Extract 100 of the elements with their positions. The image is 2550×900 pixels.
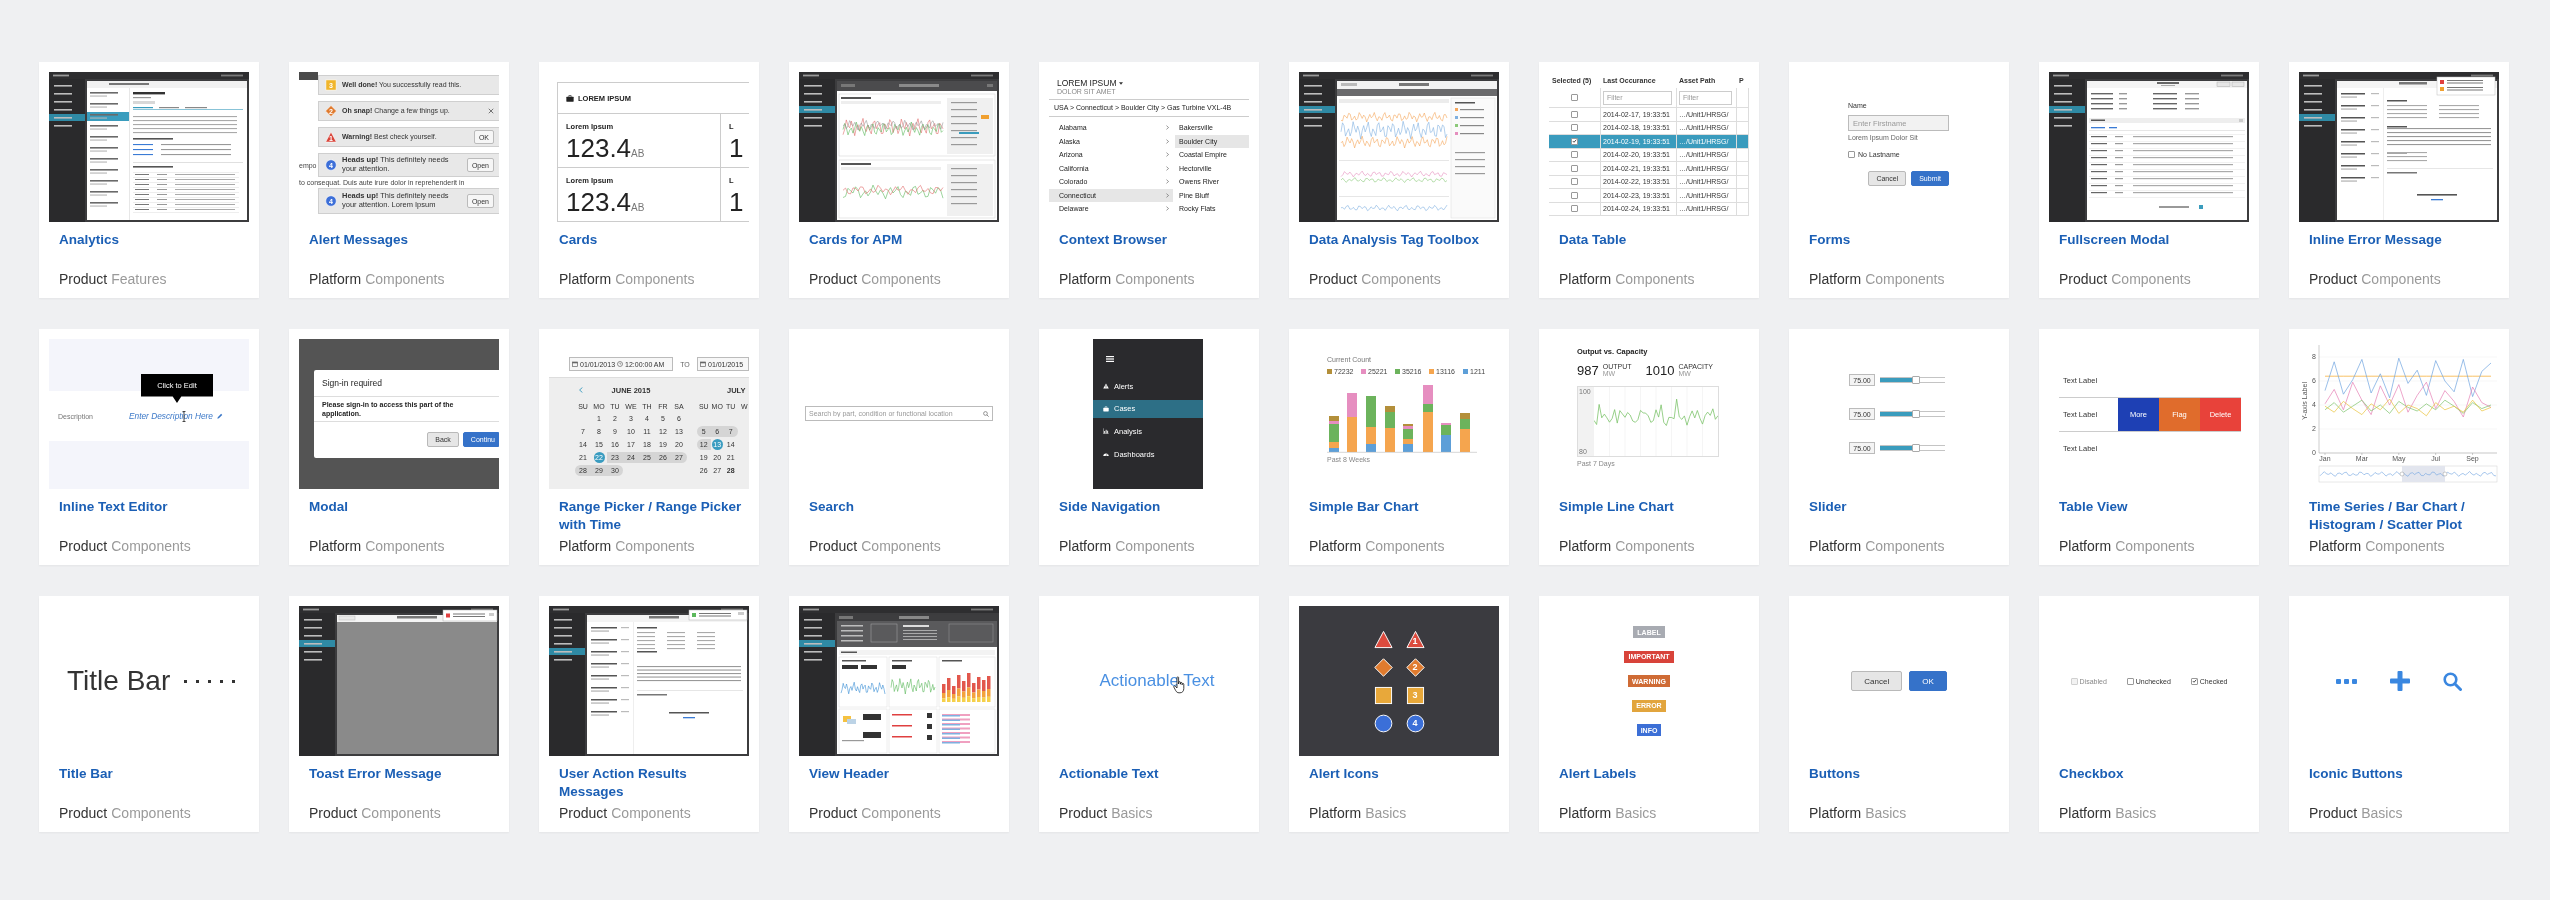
category-label: Platform xyxy=(1809,804,1862,822)
stat-value: 1010 xyxy=(1645,362,1675,378)
component-card[interactable]: Cancel OK Buttons Platform Basics xyxy=(1789,596,2009,832)
editable-text[interactable]: Enter Description Here xyxy=(129,411,213,421)
section-label: Components xyxy=(361,804,441,822)
component-card[interactable]: 1 2 3 4 Alert Icons Platform Basics xyxy=(1289,596,1509,832)
context-dropdown[interactable]: LOREM IPSUM xyxy=(1049,78,1123,88)
checkbox[interactable] xyxy=(1571,191,1578,199)
slider-track[interactable] xyxy=(1880,444,1945,452)
card-title[interactable]: User Action Results Messages xyxy=(559,765,751,801)
category-label: Platform xyxy=(2059,804,2112,822)
component-card[interactable]: Fullscreen Modal Product Components xyxy=(2039,62,2259,298)
category-label: Product xyxy=(559,804,608,822)
category-label: Product xyxy=(2059,270,2108,288)
secondary-button[interactable]: Cancel xyxy=(1851,671,1903,691)
search-icon[interactable] xyxy=(983,410,989,417)
component-card[interactable] xyxy=(289,62,509,298)
checkbox[interactable] xyxy=(2190,677,2198,685)
more-icon[interactable] xyxy=(2336,678,2357,684)
range-navigator-drawing[interactable] xyxy=(2318,465,2498,483)
section-label: Components xyxy=(2115,537,2195,555)
category-label: Product xyxy=(59,537,108,555)
card-title[interactable]: Simple Line Chart xyxy=(1559,498,1751,516)
component-card[interactable] xyxy=(539,329,759,565)
card-title[interactable]: Actionable Text xyxy=(1059,765,1251,783)
section-label: Components xyxy=(2111,270,2191,288)
card-title[interactable]: Inline Text Editor xyxy=(59,498,251,516)
card-title[interactable]: Context Browser xyxy=(1059,231,1251,249)
card-title[interactable]: Alert Messages xyxy=(309,231,501,249)
card-title[interactable]: Search xyxy=(809,498,1001,516)
card-title[interactable]: Toast Error Message xyxy=(309,765,501,783)
chevron-right-icon xyxy=(1166,179,1169,185)
checkbox[interactable] xyxy=(1571,110,1578,118)
checkbox[interactable] xyxy=(1848,151,1855,158)
component-card[interactable]: Toast Error Message Product Components xyxy=(289,596,509,832)
clock-icon xyxy=(617,361,624,367)
checkbox[interactable] xyxy=(2126,677,2134,685)
component-card[interactable]: Data Analysis Tag Toolbox Product Components xyxy=(1289,62,1509,298)
component-card[interactable]: Cards for APM Product Components xyxy=(789,62,1009,298)
slider-handle[interactable] xyxy=(1911,376,1920,384)
card-title[interactable]: View Header xyxy=(809,765,1001,783)
modal-title: Sign-in required xyxy=(314,370,499,397)
bar-chart-icon xyxy=(1103,428,1109,435)
component-card[interactable]: User Action Results Messages Product Components xyxy=(539,596,759,832)
card-title[interactable]: Simple Bar Chart xyxy=(1309,498,1501,516)
card-title[interactable]: Range Picker / Range Picker with Time xyxy=(559,498,751,534)
category-label: Product xyxy=(59,804,108,822)
slider-track[interactable] xyxy=(1880,410,1945,418)
card-title[interactable]: Time Series / Bar Chart / Histogram / Scatter Plot xyxy=(2309,498,2501,534)
checkbox[interactable] xyxy=(1571,178,1578,186)
card-title[interactable]: Data Table xyxy=(1559,231,1751,249)
card-title[interactable]: Analytics xyxy=(59,231,251,249)
close-icon[interactable] xyxy=(488,108,494,114)
add-icon[interactable] xyxy=(2390,671,2410,691)
card-title[interactable]: Table View xyxy=(2059,498,2251,516)
component-card[interactable] xyxy=(1039,62,1259,298)
card-title[interactable]: Buttons xyxy=(1809,765,2001,783)
section-label: Components xyxy=(861,270,941,288)
card-title[interactable]: Fullscreen Modal xyxy=(2059,231,2251,249)
checkbox[interactable] xyxy=(1571,164,1578,172)
checkbox[interactable] xyxy=(1571,205,1578,213)
component-card[interactable]: Analytics Product Features xyxy=(39,62,259,298)
card-title[interactable]: Iconic Buttons xyxy=(2309,765,2501,783)
card-title[interactable]: Checkbox xyxy=(2059,765,2251,783)
component-card[interactable]: Iconic Buttons Product Basics xyxy=(2289,596,2509,832)
pencil-icon[interactable] xyxy=(216,413,223,419)
checkbox[interactable] xyxy=(1571,94,1578,101)
card-title[interactable]: Alert Icons xyxy=(1309,765,1501,783)
card-title[interactable]: Inline Error Message xyxy=(2309,231,2501,249)
slider-handle[interactable] xyxy=(1911,410,1920,418)
checkbox[interactable] xyxy=(1571,124,1578,132)
card-title[interactable]: Side Navigation xyxy=(1059,498,1251,516)
slider-handle[interactable] xyxy=(1911,444,1920,452)
component-card[interactable]: Actionable Text Actionable Text Product Basics xyxy=(1039,596,1259,832)
category-label: Platform xyxy=(1809,270,1862,288)
slider-track[interactable] xyxy=(1880,376,1945,384)
component-card[interactable]: Title Bar Title Bar Product Components xyxy=(39,596,259,832)
checkbox[interactable] xyxy=(1571,137,1578,145)
chevron-right-icon xyxy=(1166,138,1169,144)
chevron-right-icon xyxy=(1166,192,1169,198)
category-label: Platform xyxy=(2309,537,2362,555)
card-title[interactable]: Alert Labels xyxy=(1559,765,1751,783)
chevron-left-icon[interactable] xyxy=(579,387,583,393)
primary-button[interactable]: OK xyxy=(1909,671,1947,691)
card-title[interactable]: Cards xyxy=(559,231,751,249)
search-icon[interactable] xyxy=(2443,671,2462,691)
component-card[interactable]: View Header Product Components xyxy=(789,596,1009,832)
checkbox[interactable] xyxy=(1571,151,1578,159)
card-title[interactable]: Forms xyxy=(1809,231,2001,249)
menu-icon[interactable] xyxy=(1106,356,1114,362)
card-title[interactable]: Data Analysis Tag Toolbox xyxy=(1309,231,1501,249)
card-title[interactable]: Slider xyxy=(1809,498,2001,516)
card-title[interactable]: Modal xyxy=(309,498,501,516)
component-card[interactable] xyxy=(1539,62,1759,298)
card-title[interactable]: Title Bar xyxy=(59,765,251,783)
card-title[interactable]: Cards for APM xyxy=(809,231,1001,249)
section-label: Components xyxy=(111,537,191,555)
component-card[interactable]: Inline Error Message Product Components xyxy=(2289,62,2509,298)
section-label: Components xyxy=(615,270,695,288)
metric-unit: AB xyxy=(631,148,645,159)
